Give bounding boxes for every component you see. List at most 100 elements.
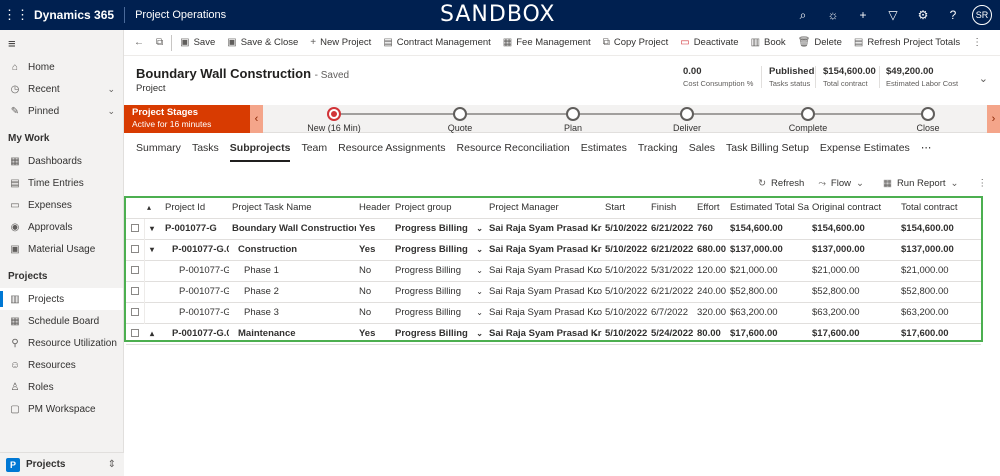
save-button[interactable]: ▣ Save (174, 30, 221, 56)
help-icon[interactable]: ? (938, 8, 968, 22)
chevron-down-icon[interactable]: ⌄ (592, 282, 599, 302)
row-checkbox[interactable] (131, 329, 139, 338)
column-header-effort[interactable]: Effort (694, 198, 727, 218)
area-switcher[interactable]: P Projects ⇕ (0, 452, 124, 476)
row-expand-toggle[interactable]: ▾ (144, 240, 162, 260)
cell-effort[interactable]: 120.00 (694, 261, 727, 281)
chevron-down-icon[interactable]: ⌄ (592, 324, 599, 344)
cell-project-manager[interactable]: Sai Raja Syam Prasad Krosuri⌄ (486, 282, 602, 302)
table-row[interactable]: P-001077-G.001 Phase 3 No Progress Billing ⌄… (126, 303, 981, 324)
cell-original-contract[interactable]: $63,200.00 (809, 303, 898, 323)
column-header-start[interactable]: Start (602, 198, 648, 218)
cell-start[interactable]: 5/10/2022 (602, 240, 648, 260)
cell-project-task-name[interactable]: Phase 1 (229, 261, 356, 281)
tab-resource-reconciliation[interactable]: Resource Reconciliation (457, 140, 570, 162)
cell-project-id[interactable]: P-001077-G.001 (162, 261, 229, 281)
sidebar-item-expenses[interactable]: ▭ Expenses (0, 194, 123, 216)
cell-original-contract[interactable]: $137,000.00 (809, 240, 898, 260)
tab-team[interactable]: Team (301, 140, 327, 162)
cell-total-contract[interactable]: $17,600.00 (898, 324, 981, 344)
cell-project-group[interactable]: Progress Billing ⌄ (392, 282, 486, 302)
cell-finish[interactable]: 6/21/2022 (648, 240, 694, 260)
bpf-next-button[interactable]: › (987, 105, 1000, 133)
chevron-down-icon[interactable]: ⌄ (592, 219, 599, 239)
tab-tracking[interactable]: Tracking (638, 140, 678, 162)
table-row[interactable]: ▾ P-001077-G.001 Construction Yes Progress B… (126, 240, 981, 261)
header-field-cost-consumption[interactable]: 0.00 Cost Consumption % (683, 66, 753, 88)
cell-header[interactable]: Yes (356, 219, 392, 239)
cell-start[interactable]: 5/10/2022 (602, 303, 648, 323)
cell-project-id[interactable]: P-001077-G (162, 219, 229, 239)
book-button[interactable]: ▥ Book (745, 30, 792, 56)
avatar[interactable]: SR (972, 5, 992, 25)
deactivate-button[interactable]: ▭ Deactivate (674, 30, 744, 56)
cell-effort[interactable]: 240.00 (694, 282, 727, 302)
flow-button[interactable]: ⤳ Flow ⌄ (818, 178, 869, 189)
sidebar-item-pinned[interactable]: ✎ Pinned ⌄ (0, 100, 123, 122)
header-field-total-contract[interactable]: $154,600.00 Total contract (823, 66, 876, 88)
more-options-button[interactable]: ⋮ (978, 178, 993, 189)
tab-estimates[interactable]: Estimates (581, 140, 627, 162)
bpf-stage-deliver[interactable]: Deliver (647, 105, 727, 133)
cell-estimated-total-sales[interactable]: $52,800.00 (727, 282, 809, 302)
cell-estimated-total-sales[interactable]: $154,600.00 (727, 219, 809, 239)
column-header-original-contract[interactable]: Original contract (809, 198, 898, 218)
chevron-down-icon[interactable]: ⌄ (476, 219, 483, 239)
bpf-previous-button[interactable]: ‹ (250, 105, 263, 133)
cell-project-id[interactable]: P-001077-G.002 (162, 324, 229, 344)
bpf-stage-quote[interactable]: Quote (420, 105, 500, 133)
fee-management-button[interactable]: ▦ Fee Management (497, 30, 597, 56)
table-row[interactable]: P-001077-G.001 Phase 1 No Progress Billing ⌄… (126, 261, 981, 282)
more-commands-button[interactable]: ⋮ (966, 30, 992, 56)
cell-project-task-name[interactable]: Construction (229, 240, 356, 260)
save-close-button[interactable]: ▣ Save & Close (221, 30, 304, 56)
cell-project-id[interactable]: P-001077-G.001 (162, 303, 229, 323)
sidebar-item-home[interactable]: ⌂ Home (0, 56, 123, 78)
sidebar-item-recent[interactable]: ◷ Recent ⌄ (0, 78, 123, 100)
column-header-project-manager[interactable]: Project Manager (486, 198, 602, 218)
cell-project-group[interactable]: Progress Billing ⌄ (392, 303, 486, 323)
chevron-down-icon[interactable]: ⌄ (476, 303, 483, 323)
column-header-total-contract[interactable]: Total contract (898, 198, 981, 218)
delete-button[interactable]: 🗑 Delete (792, 30, 848, 56)
cell-header[interactable]: No (356, 261, 392, 281)
bpf-stage-complete[interactable]: Complete (768, 105, 848, 133)
contract-management-button[interactable]: ▤ Contract Management (377, 30, 496, 56)
bpf-stage-close[interactable]: Close (888, 105, 968, 133)
cell-effort[interactable]: 680.00 (694, 240, 727, 260)
cell-total-contract[interactable]: $137,000.00 (898, 240, 981, 260)
cell-header[interactable]: Yes (356, 324, 392, 344)
lightbulb-icon[interactable]: ☼ (818, 8, 848, 22)
row-checkbox[interactable] (131, 224, 139, 233)
cell-project-manager[interactable]: Sai Raja Syam Prasad Krosuri⌄ (486, 303, 602, 323)
plus-icon[interactable]: + (848, 8, 878, 22)
cell-start[interactable]: 5/10/2022 (602, 282, 648, 302)
sidebar-item-pm-workspace[interactable]: ▢ PM Workspace (0, 398, 123, 420)
header-field-tasks-status[interactable]: Published Tasks status (769, 66, 814, 88)
app-launcher-icon[interactable]: ⋮⋮ (3, 7, 29, 23)
column-header-finish[interactable]: Finish (648, 198, 694, 218)
tab-subprojects[interactable]: Subprojects (229, 140, 291, 162)
row-expand-toggle[interactable]: ▾ (144, 219, 162, 239)
cell-total-contract[interactable]: $52,800.00 (898, 282, 981, 302)
cell-header[interactable]: Yes (356, 240, 392, 260)
open-new-window-button[interactable]: ⧉ (150, 30, 169, 56)
search-icon[interactable]: ⌕ (788, 8, 818, 23)
cell-project-group[interactable]: Progress Billing ⌄ (392, 219, 486, 239)
cell-header[interactable]: No (356, 282, 392, 302)
cell-start[interactable]: 5/10/2022 (602, 219, 648, 239)
filter-icon[interactable]: ▽ (878, 8, 908, 22)
tab-summary[interactable]: Summary (136, 140, 181, 162)
sidebar-item-approvals[interactable]: ◉ Approvals (0, 216, 123, 238)
sidebar-item-material-usage[interactable]: ▣ Material Usage (0, 238, 123, 260)
sidebar-item-resources[interactable]: ☺ Resources (0, 354, 123, 376)
copy-project-button[interactable]: ⧉ Copy Project (597, 30, 675, 56)
cell-project-manager[interactable]: Sai Raja Syam Prasad Krosuri⌄ (486, 240, 602, 260)
tab-sales[interactable]: Sales (689, 140, 715, 162)
cell-project-task-name[interactable]: Maintenance (229, 324, 356, 344)
chevron-down-icon[interactable]: ⌄ (107, 84, 115, 95)
row-checkbox[interactable] (131, 266, 139, 275)
cell-total-contract[interactable]: $63,200.00 (898, 303, 981, 323)
sidebar-item-projects[interactable]: ▥ Projects (0, 288, 123, 310)
cell-start[interactable]: 5/10/2022 (602, 324, 648, 344)
